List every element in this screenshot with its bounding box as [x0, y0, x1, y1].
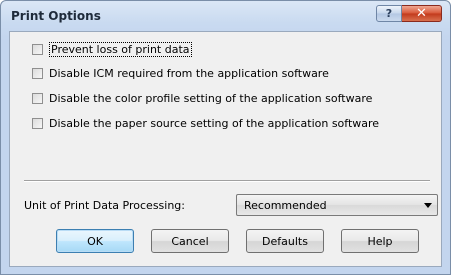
title-bar[interactable]: Print Options ? ✕ — [1, 1, 450, 31]
option-disable-color-profile[interactable]: Disable the color profile setting of the… — [32, 92, 372, 105]
help-button[interactable]: Help — [341, 229, 419, 253]
checkbox-prevent-loss[interactable] — [32, 44, 43, 55]
title-bar-buttons: ? ✕ — [376, 5, 442, 22]
checkbox-disable-color-profile[interactable] — [32, 93, 43, 104]
dialog-body: Prevent loss of print data Disable ICM r… — [9, 31, 442, 267]
checkbox-disable-icm[interactable] — [32, 68, 43, 79]
dialog-title: Print Options — [11, 9, 101, 23]
option-disable-icm[interactable]: Disable ICM required from the applicatio… — [32, 67, 329, 80]
option-label: Prevent loss of print data — [49, 42, 192, 57]
checkbox-disable-paper-source[interactable] — [32, 118, 43, 129]
option-label: Disable the paper source setting of the … — [49, 117, 380, 130]
chevron-down-icon[interactable] — [424, 203, 432, 208]
separator — [24, 180, 430, 182]
ok-button[interactable]: OK — [56, 229, 134, 253]
option-prevent-loss[interactable]: Prevent loss of print data — [32, 42, 192, 57]
close-icon[interactable]: ✕ — [402, 5, 442, 22]
unit-processing-value: Recommended — [244, 199, 327, 212]
help-icon[interactable]: ? — [376, 5, 402, 22]
defaults-button[interactable]: Defaults — [246, 229, 324, 253]
print-options-dialog: Print Options ? ✕ Prevent loss of print … — [0, 0, 451, 275]
option-label: Disable the color profile setting of the… — [49, 92, 373, 105]
unit-processing-label: Unit of Print Data Processing: — [24, 199, 185, 212]
cancel-button[interactable]: Cancel — [151, 229, 229, 253]
option-label: Disable ICM required from the applicatio… — [49, 67, 329, 80]
unit-processing-select[interactable]: Recommended — [236, 194, 438, 216]
option-disable-paper-source[interactable]: Disable the paper source setting of the … — [32, 117, 379, 130]
